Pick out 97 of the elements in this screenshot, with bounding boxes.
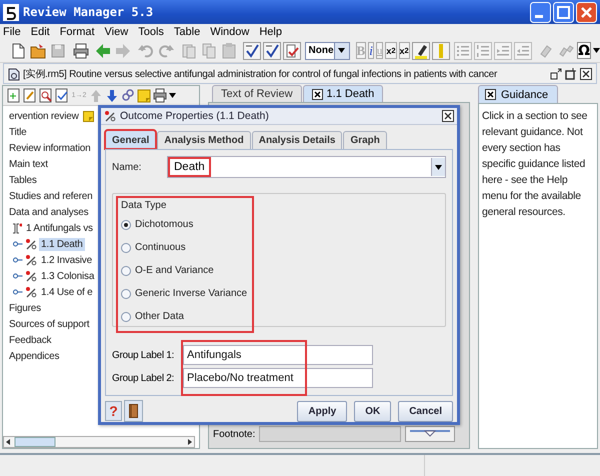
highlighter-icon[interactable] <box>412 42 430 60</box>
group-label-field[interactable]: Placebo/No treatment <box>183 368 373 388</box>
close-icon[interactable] <box>580 68 592 80</box>
slider-drawing[interactable] <box>405 426 456 442</box>
horizontal-scrollbar[interactable] <box>3 436 195 448</box>
caret-icon <box>338 48 346 53</box>
close-icon[interactable] <box>485 89 496 100</box>
menu-item[interactable]: File <box>3 26 21 38</box>
tree-item[interactable]: Sources of support <box>7 318 92 330</box>
editor-tab[interactable]: Text of Review <box>212 85 302 102</box>
radio-button[interactable]: Continuous <box>121 236 248 260</box>
spellcheck-icon[interactable] <box>262 42 281 60</box>
minimize-icon[interactable] <box>530 2 551 22</box>
italic-button[interactable]: i <box>368 42 374 59</box>
footnote-label: Footnote: <box>213 428 256 440</box>
down-arrow-icon[interactable] <box>105 88 119 103</box>
handle-icon[interactable] <box>13 288 23 296</box>
tree-item[interactable]: Tables <box>7 174 39 186</box>
close-icon[interactable] <box>442 110 454 122</box>
maximize-icon[interactable] <box>565 68 577 80</box>
spellcheck-icon[interactable] <box>242 42 261 60</box>
radio-button[interactable]: Dichotomous <box>121 213 248 236</box>
dialog-tab[interactable]: Analysis Details <box>252 131 342 150</box>
tree-item[interactable]: 1.1 Death <box>39 238 85 250</box>
tree-item[interactable]: Feedback <box>7 334 54 346</box>
radio-button[interactable]: Other Data <box>121 305 248 328</box>
restore-icon[interactable] <box>550 68 562 80</box>
guidance-text: Click in a section to see relevant guidance. Not every section has specific guidance listed here - see the Help menu for the available general resources. <box>482 109 588 220</box>
ok-button[interactable]: OK <box>354 400 392 422</box>
menu-item[interactable]: Format <box>60 26 95 38</box>
tree-item[interactable]: ervention review <box>7 110 81 122</box>
guidance-tab[interactable]: Guidance <box>478 85 558 103</box>
menu-item[interactable]: Help <box>259 26 282 38</box>
menu-item[interactable]: View <box>104 26 128 38</box>
document-icon <box>8 66 20 80</box>
open-folder-icon[interactable] <box>29 42 47 60</box>
tree-item[interactable]: Studies and referen <box>7 190 94 202</box>
name-label: Name: <box>112 162 142 173</box>
caret-icon[interactable] <box>593 48 600 53</box>
caret-icon[interactable] <box>169 93 176 98</box>
style-dropdown[interactable]: None <box>304 42 350 60</box>
caret-icon <box>435 164 442 170</box>
footnote-field[interactable] <box>259 426 402 442</box>
tree-item[interactable]: Review information <box>7 142 92 154</box>
add-document-icon[interactable] <box>7 88 21 103</box>
close-icon[interactable] <box>312 88 323 100</box>
magnifier-icon[interactable] <box>39 88 53 103</box>
clipboard-icon[interactable] <box>220 42 238 60</box>
group-label-field[interactable]: Antifungals <box>183 345 373 366</box>
radio-button[interactable]: O-E and Variance <box>121 259 248 282</box>
menu-item[interactable]: Tools <box>138 26 164 38</box>
dialog-tab[interactable]: General <box>105 130 156 150</box>
handle-icon[interactable] <box>13 240 23 248</box>
symbol-button[interactable]: Ω <box>577 42 591 59</box>
edit-document-icon[interactable] <box>23 88 37 103</box>
printer-icon[interactable] <box>153 88 167 103</box>
note-icon <box>82 110 94 122</box>
help-button[interactable]: ? <box>105 401 122 421</box>
outcome-icon <box>25 270 37 282</box>
handle-icon[interactable] <box>13 272 23 280</box>
tree-item[interactable]: Appendices <box>7 350 62 362</box>
outcome-icon <box>25 286 37 298</box>
marker-icon[interactable] <box>432 42 450 60</box>
group-label: Group Label 2: <box>112 372 175 384</box>
tree-item[interactable]: Title <box>7 126 29 138</box>
tree-item[interactable]: 1 Antifungals vs <box>24 222 95 234</box>
menu-item[interactable]: Edit <box>30 26 50 38</box>
document-check-icon[interactable] <box>55 88 69 103</box>
outcome-icon <box>104 110 116 122</box>
tree-item[interactable]: Main text <box>7 158 50 170</box>
radio-button[interactable]: Generic Inverse Variance <box>121 282 248 306</box>
document-check-icon[interactable] <box>282 42 301 60</box>
book-icon[interactable] <box>129 404 138 418</box>
apply-button[interactable]: Apply <box>297 400 348 422</box>
menu-item[interactable]: Table <box>174 26 200 38</box>
outcome-icon <box>25 238 37 250</box>
tree-item[interactable]: Data and analyses <box>7 206 90 218</box>
tree-item[interactable]: Figures <box>7 302 43 314</box>
handle-icon[interactable] <box>13 256 23 264</box>
document-title: [实例.rm5] Routine versus selective antifungal administration for control of fungal infections in patients with cancer <box>23 68 498 80</box>
group-title: Data Type <box>121 200 168 212</box>
dialog-title: Outcome Properties (1.1 Death) <box>120 110 270 122</box>
cancel-button[interactable]: Cancel <box>398 400 453 422</box>
app-logo-icon <box>3 4 19 20</box>
name-combobox[interactable]: Death <box>167 156 446 178</box>
menu-item[interactable]: Window <box>210 26 250 38</box>
outcome-icon <box>25 254 37 266</box>
printer-icon[interactable] <box>72 42 90 60</box>
group-label: Group Label 1: <box>112 350 175 361</box>
editor-tab[interactable]: 1.1 Death <box>302 85 384 102</box>
tree-item[interactable]: 1.4 Use of e <box>39 286 95 298</box>
dialog-tab[interactable]: Analysis Method <box>157 131 251 150</box>
comparison-icon <box>10 222 22 234</box>
tree-item[interactable]: 1.3 Colonisa <box>39 270 96 282</box>
window-title: Review Manager 5.3 <box>23 5 154 19</box>
tree-item[interactable]: 1.2 Invasive <box>39 254 94 266</box>
dialog-tab[interactable]: Graph <box>343 131 387 150</box>
